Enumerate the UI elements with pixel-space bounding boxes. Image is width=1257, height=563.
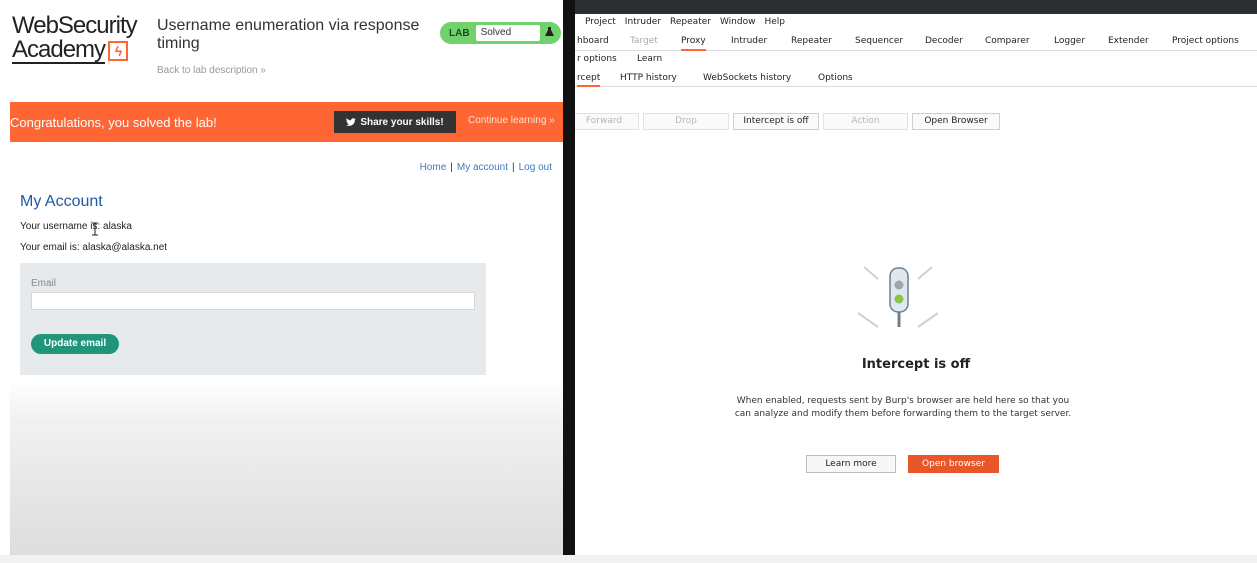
proxy-subtabs: rcept HTTP history WebSockets history Op… — [575, 69, 1257, 87]
logo-line-2: Academy — [12, 36, 106, 64]
nav-separator: | — [512, 162, 515, 173]
browser-pane: WebSecurity Academy ϟ Username enumerati… — [10, 0, 563, 563]
nav-log-out-link[interactable]: Log out — [519, 162, 552, 173]
tab-extender[interactable]: Extender — [1108, 36, 1149, 46]
solved-banner: Congratulations, you solved the lab! Sha… — [10, 102, 563, 142]
tab-project-options[interactable]: Project options — [1172, 36, 1239, 46]
tab-logger[interactable]: Logger — [1054, 36, 1085, 46]
tab-learn[interactable]: Learn — [637, 54, 662, 64]
nav-my-account-link[interactable]: My account — [457, 162, 508, 173]
bolt-icon: ϟ — [108, 41, 129, 61]
menu-help[interactable]: Help — [764, 17, 785, 27]
open-browser-button[interactable]: Open browser — [908, 455, 999, 473]
drop-button[interactable]: Drop — [643, 113, 729, 130]
traffic-light-icon — [856, 265, 940, 331]
tab-http-history[interactable]: HTTP history — [620, 73, 677, 83]
tab-intercept[interactable]: rcept — [577, 73, 601, 87]
banner-text: Congratulations, you solved the lab! — [10, 114, 217, 130]
learn-more-button[interactable]: Learn more — [806, 455, 896, 473]
tab-proxy-options[interactable]: Options — [818, 73, 853, 83]
tab-intruder[interactable]: Intruder — [731, 36, 767, 46]
back-to-description-link[interactable]: Back to lab description » — [157, 65, 266, 76]
nav-home-link[interactable]: Home — [420, 162, 447, 173]
tab-target[interactable]: Target — [630, 36, 658, 46]
menu-repeater[interactable]: Repeater — [670, 17, 711, 27]
email-field[interactable] — [31, 292, 475, 310]
tab-repeater[interactable]: Repeater — [791, 36, 832, 46]
tab-decoder[interactable]: Decoder — [925, 36, 963, 46]
text-cursor-icon — [92, 222, 98, 236]
secondary-tabs: r options Learn — [575, 51, 1257, 68]
forward-button[interactable]: Forward — [575, 113, 639, 130]
intercept-off-description: When enabled, requests sent by Burp's br… — [734, 396, 1072, 419]
page-title: My Account — [20, 193, 103, 210]
account-nav: Home | My account | Log out — [420, 162, 552, 173]
nav-separator: | — [450, 162, 453, 173]
menu-bar: Project Intruder Repeater Window Help — [585, 17, 794, 27]
open-browser-toolbar-button[interactable]: Open Browser — [912, 113, 1000, 130]
tab-proxy[interactable]: Proxy — [681, 36, 706, 51]
lab-title: Username enumeration via response timing — [157, 17, 420, 52]
logo-line-1: WebSecurity — [12, 12, 138, 39]
academy-logo[interactable]: WebSecurity Academy ϟ — [12, 12, 138, 64]
lab-badge-label: LAB — [449, 27, 470, 39]
email-field-label: Email — [31, 278, 57, 289]
tab-dashboard[interactable]: hboard — [577, 36, 609, 46]
change-email-form: Email Update email — [20, 263, 486, 375]
screen-divider — [563, 0, 575, 563]
intercept-toggle-button[interactable]: Intercept is off — [733, 113, 819, 130]
lab-status-text: Solved — [475, 25, 540, 41]
main-tabs: hboard Target Proxy Intruder Repeater Se… — [575, 32, 1257, 51]
menu-window[interactable]: Window — [720, 17, 756, 27]
tab-user-options[interactable]: r options — [577, 54, 617, 64]
update-email-button[interactable]: Update email — [31, 334, 119, 354]
email-line: Your email is: alaska@alaska.net — [20, 242, 168, 253]
share-skills-button[interactable]: Share your skills! — [334, 111, 456, 133]
username-line: Your username is: alaska — [20, 221, 132, 232]
action-button[interactable]: Action — [823, 113, 908, 130]
screen-bottom-strip — [0, 555, 1257, 563]
continue-learning-link[interactable]: Continue learning » — [468, 115, 555, 126]
window-titlebar — [575, 0, 1257, 14]
lab-status-badge: LAB Solved — [440, 22, 561, 44]
flask-icon — [540, 26, 560, 40]
intercept-off-title: Intercept is off — [861, 357, 971, 372]
twitter-icon — [346, 117, 357, 126]
burp-window: Project Intruder Repeater Window Help hb… — [575, 0, 1257, 563]
share-skills-label: Share your skills! — [360, 116, 444, 128]
tab-sequencer[interactable]: Sequencer — [855, 36, 903, 46]
tab-websockets-history[interactable]: WebSockets history — [703, 73, 791, 83]
tab-comparer[interactable]: Comparer — [985, 36, 1030, 46]
menu-intruder[interactable]: Intruder — [625, 17, 661, 27]
menu-project[interactable]: Project — [585, 17, 616, 27]
